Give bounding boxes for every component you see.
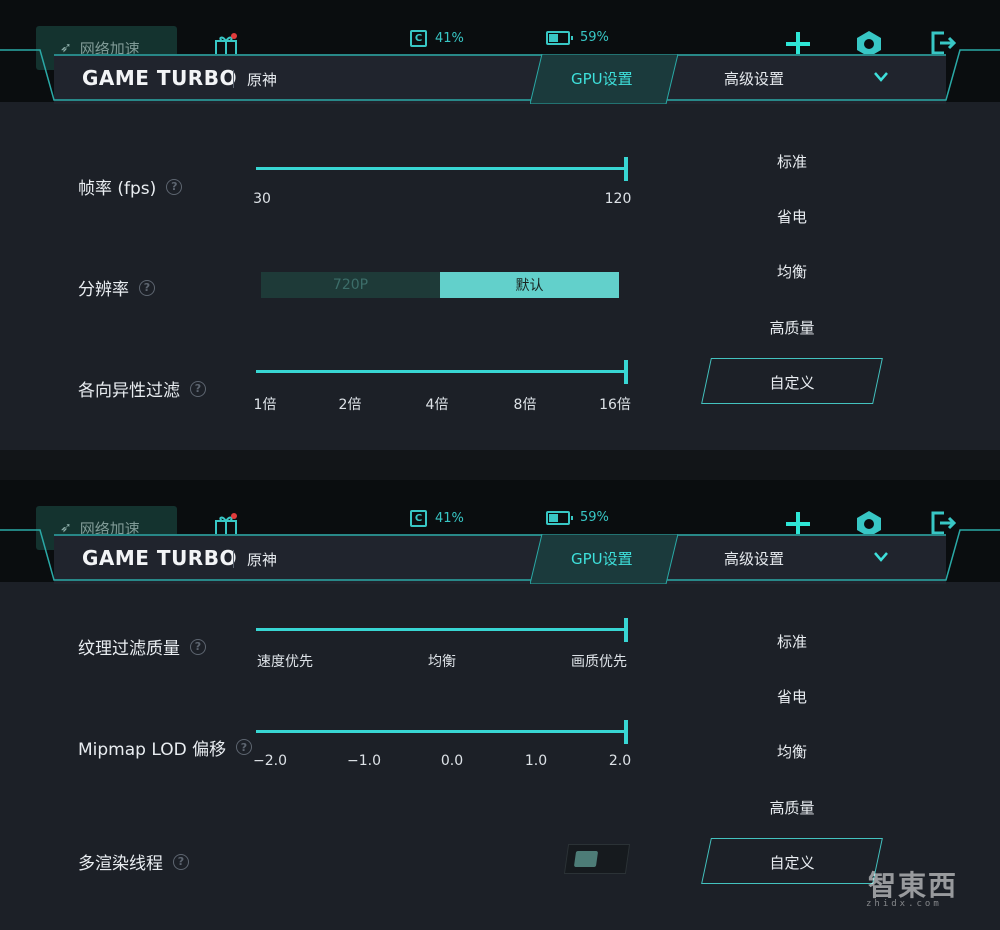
game-name: 原神 (247, 71, 278, 89)
watermark-url: zhidx.com (866, 899, 942, 909)
mipmap-slider-thumb[interactable] (624, 720, 628, 744)
preset-standard[interactable]: 标准 (740, 151, 844, 172)
anisotropic-label: 各向异性过滤 ? (78, 376, 206, 401)
preset-custom[interactable]: 自定义 (740, 372, 844, 393)
watermark-logo: 智東西 (868, 869, 959, 902)
exit-icon[interactable] (930, 510, 956, 536)
anisotropic-tick: 2倍 (338, 397, 362, 413)
mipmap-slider-track[interactable] (256, 730, 628, 733)
title-divider (233, 70, 234, 88)
multithread-toggle[interactable] (563, 844, 631, 874)
help-icon[interactable]: ? (173, 853, 189, 870)
gpu-settings-panel-bottom: ➶ 网络加速 C 41% 59% GAME TURBO 原神 GPU设置 高级设… (0, 480, 1000, 930)
multithread-label-text: 多渲染线程 (78, 854, 163, 874)
cpu-value: 41% (435, 511, 464, 526)
gpu-settings-panel-top: ➶ 网络加速 C 41% 59% GAME TURBO 原神 GPU设置 高级设… (0, 0, 1000, 450)
cpu-value: 41% (435, 31, 464, 46)
framerate-slider-track[interactable] (256, 167, 628, 170)
anisotropic-tick: 8倍 (513, 397, 537, 413)
texture-filter-tick: 速度优先 (257, 654, 313, 670)
toggle-knob (573, 851, 599, 867)
plus-icon[interactable] (786, 512, 810, 536)
exit-icon[interactable] (930, 30, 956, 56)
battery-value: 59% (580, 510, 609, 525)
anisotropic-tick: 1倍 (253, 397, 277, 413)
mipmap-tick: −2.0 (253, 753, 287, 769)
mipmap-tick: 1.0 (524, 753, 548, 769)
resolution-label-text: 分辨率 (78, 280, 129, 300)
mipmap-label-text: Mipmap LOD 偏移 (78, 740, 227, 759)
help-icon[interactable]: ? (190, 380, 206, 397)
game-title: GAME TURBO (82, 546, 237, 570)
preset-standard[interactable]: 标准 (740, 631, 844, 652)
panel-gap (0, 450, 1000, 480)
game-name: 原神 (247, 551, 278, 569)
help-icon[interactable]: ? (190, 638, 206, 655)
framerate-label: 帧率 (fps) ? (78, 174, 183, 199)
preset-balanced[interactable]: 均衡 (740, 261, 844, 282)
battery-icon (546, 510, 573, 525)
framerate-tick: 120 (604, 191, 632, 207)
tab-advanced-settings[interactable]: 高级设置 (724, 68, 784, 89)
preset-balanced[interactable]: 均衡 (740, 741, 844, 762)
mipmap-tick: 0.0 (440, 753, 464, 769)
anisotropic-slider-thumb[interactable] (624, 360, 628, 384)
texture-filter-slider-thumb[interactable] (624, 618, 628, 642)
gift-icon[interactable] (214, 512, 238, 536)
texture-filter-tick: 均衡 (428, 654, 456, 670)
battery-value: 59% (580, 30, 609, 45)
help-icon[interactable]: ? (236, 739, 252, 755)
texture-filter-tick: 画质优先 (571, 654, 627, 670)
game-title: GAME TURBO (82, 66, 237, 90)
chevron-down-icon[interactable] (873, 71, 889, 83)
resolution-label: 分辨率 ? (78, 275, 155, 300)
framerate-label-text: 帧率 (fps) (78, 179, 157, 199)
resolution-option-720p[interactable]: 720P (261, 272, 440, 298)
help-icon[interactable]: ? (139, 279, 155, 296)
mipmap-label: Mipmap LOD 偏移 (78, 735, 226, 759)
cpu-stat: C 41% (410, 30, 464, 47)
mipmap-tick: 2.0 (608, 753, 632, 769)
tab-gpu-settings[interactable]: GPU设置 (571, 68, 633, 89)
cpu-icon: C (410, 30, 427, 47)
mipmap-tick: −1.0 (347, 753, 381, 769)
texture-filter-slider-track[interactable] (256, 628, 628, 631)
mipmap-label-clip: Mipmap LOD 偏移 (78, 735, 232, 759)
resolution-option-default[interactable]: 默认 (440, 272, 619, 298)
tab-gpu-settings[interactable]: GPU设置 (571, 548, 633, 569)
resolution-segmented-control: 720P 默认 (261, 272, 619, 298)
battery-icon (546, 30, 573, 45)
cpu-stat: C 41% (410, 510, 464, 527)
chevron-down-icon[interactable] (873, 551, 889, 563)
preset-high-quality[interactable]: 高质量 (740, 317, 844, 338)
battery-stat: 59% (546, 30, 609, 45)
framerate-slider-thumb[interactable] (624, 157, 628, 181)
multithread-label: 多渲染线程 ? (78, 849, 189, 874)
preset-power-save[interactable]: 省电 (740, 686, 844, 707)
title-divider (233, 550, 234, 568)
battery-stat: 59% (546, 510, 609, 525)
gift-icon[interactable] (214, 32, 238, 56)
plus-icon[interactable] (786, 32, 810, 56)
framerate-tick: 30 (253, 191, 271, 207)
cpu-icon: C (410, 510, 427, 527)
anisotropic-label-text: 各向异性过滤 (78, 381, 180, 401)
anisotropic-slider-track[interactable] (256, 370, 628, 373)
anisotropic-tick: 16倍 (599, 397, 631, 413)
help-icon[interactable]: ? (166, 178, 183, 195)
preset-power-save[interactable]: 省电 (740, 206, 844, 227)
anisotropic-tick: 4倍 (425, 397, 449, 413)
preset-custom[interactable]: 自定义 (740, 852, 844, 873)
tab-advanced-settings[interactable]: 高级设置 (724, 548, 784, 569)
texture-filter-label: 纹理过滤质量 ? (78, 634, 206, 659)
preset-high-quality[interactable]: 高质量 (740, 797, 844, 818)
texture-filter-label-text: 纹理过滤质量 (78, 639, 180, 659)
